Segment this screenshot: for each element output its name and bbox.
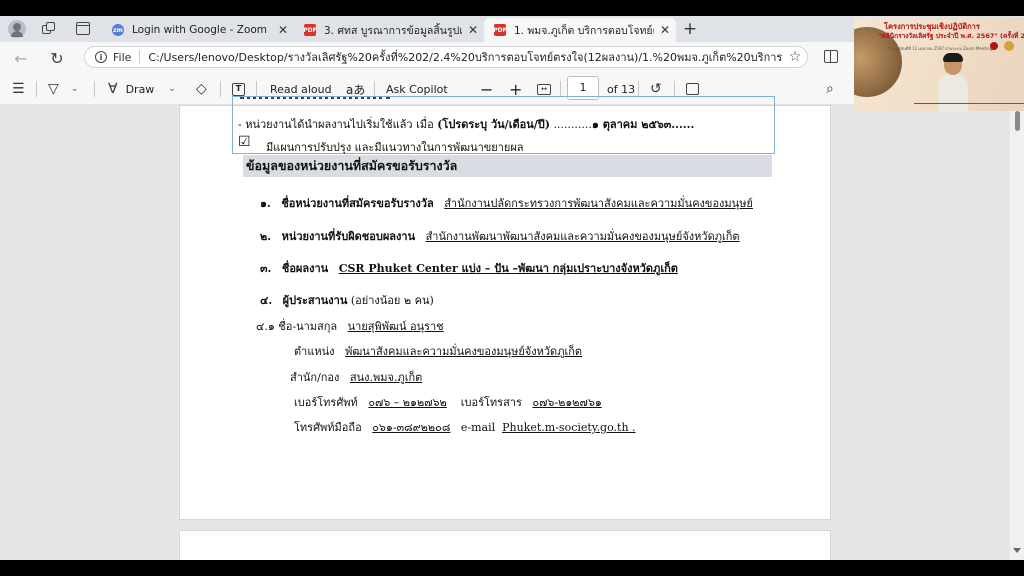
toolbar-divider	[674, 81, 675, 97]
draw-label: Draw	[125, 82, 155, 96]
item-2: ๒. หน่วยงานที่รับผิดชอบผลงาน สำนักงานพัฒ…	[260, 227, 740, 245]
contact-email: Phuket.m-society.go.th .	[502, 421, 636, 434]
split-screen-icon[interactable]	[824, 50, 838, 63]
pen-icon: ∀	[108, 81, 118, 97]
close-tab-icon[interactable]: ✕	[654, 23, 676, 37]
tab-zoom-login[interactable]: zm Login with Google - Zoom ✕	[102, 18, 294, 42]
toolbar-divider	[560, 81, 561, 97]
tab-pdf-3[interactable]: PDF 3. ศทส บูรณาการข้อมูลสิ้นรูปแบบดิจิท…	[294, 18, 484, 42]
implementation-dots: ...........	[553, 118, 592, 131]
url-path: C:/Users/lenovo/Desktop/รางวัลเลิศรัฐ%20…	[148, 51, 783, 64]
contact-name-row: ๔.๑ ชื่อ-นามสกุล นายสุพิพัฒน์ อนุราช	[256, 317, 444, 335]
contact-fax: ๐๗๖-๒๑๒๗๖๑	[532, 396, 602, 409]
pdf-icon: PDF	[303, 24, 317, 36]
read-aloud-label: Read aloud	[270, 82, 332, 96]
contact-phone-row: เบอร์โทรศัพท์ ๐๗๖ – ๒๑๒๗๖๒ เบอร์โทรสาร ๐…	[294, 393, 602, 411]
close-tab-icon[interactable]: ✕	[272, 23, 294, 37]
url-field[interactable]: i File C:/Users/lenovo/Desktop/รางวัลเลิ…	[84, 46, 808, 68]
favorite-star-icon[interactable]: ☆	[783, 49, 807, 65]
toolbar-divider	[374, 81, 375, 97]
scrollbar[interactable]	[1010, 105, 1024, 560]
back-arrow-icon[interactable]: ←	[10, 47, 32, 69]
chevron-down-icon[interactable]: ⌄	[71, 84, 79, 94]
tab-title: 3. ศทส บูรณาการข้อมูลสิ้นรูปแบบดิจิทัล	[324, 24, 462, 37]
item-number: ๔.	[260, 294, 273, 307]
contents-list-icon[interactable]: ☰	[12, 79, 25, 99]
item-label: ชื่อหน่วยงานที่สมัครขอรับรางวัล	[281, 197, 434, 210]
item-note: (อย่างน้อย ๒ คน)	[350, 294, 434, 307]
contact-email-label: e-mail	[460, 421, 496, 434]
checkbox-checked-icon: ☑	[238, 134, 251, 150]
item-label: ผู้ประสานงาน	[282, 294, 348, 307]
new-tab-plus-icon[interactable]: +	[680, 18, 700, 40]
contact-office-label: สำนัก/กอง	[290, 371, 340, 384]
item-value: CSR Phuket Center แบ่ง – ปัน –พัฒนา กลุ่…	[338, 262, 678, 275]
tab-title: Login with Google - Zoom	[132, 24, 268, 36]
pdf-icon: PDF	[493, 24, 507, 36]
banner-subtitle: "คลินิกรางวัลเลิศรัฐ ประจำปี พ.ศ. 2567" …	[878, 32, 1024, 40]
item-value: สำนักงานปลัดกระทรวงการพัฒนาสังคมและความม…	[444, 197, 753, 210]
banner-divider	[914, 103, 1024, 104]
zoom-video-overlay[interactable]: โครงการประชุมเชิงปฏิบัติการ "คลินิกรางวั…	[854, 17, 1024, 111]
tab-title: 1. พมจ.ภูเก็ต บริการตอบโจทย์ตรงใจ.pdf	[514, 24, 654, 37]
implementation-hint: (โปรดระบุ วัน/เดือน/ปี)	[437, 118, 550, 131]
chevron-down-icon[interactable]: ⌄	[168, 84, 176, 94]
section-heading: ข้อมูลของหน่วยงานที่สมัครขอรับรางวัล	[243, 155, 772, 177]
workspaces-icon[interactable]	[42, 22, 56, 36]
close-tab-icon[interactable]: ✕	[462, 23, 484, 37]
contact-mobile: ๐๖๑-๓๘๙๒๒๐๘	[372, 421, 451, 434]
toolbar-divider	[220, 81, 221, 97]
contact-name: นายสุพิพัฒน์ อนุราช	[347, 320, 444, 333]
item-label: หน่วยงานที่รับผิดชอบผลงาน	[281, 230, 416, 243]
search-icon[interactable]: ⌕	[826, 79, 834, 99]
zoom-icon: zm	[112, 24, 124, 36]
profile-avatar[interactable]	[8, 20, 26, 38]
emblem-icon	[990, 42, 998, 50]
contact-position-label: ตำแหน่ง	[294, 345, 335, 358]
scrollbar-thumb[interactable]	[1015, 111, 1020, 131]
improvement-plan-text: มีแผนการปรับปรุง และมีแนวทางในการพัฒนาขย…	[266, 141, 524, 154]
scroll-down-arrow-icon[interactable]	[1013, 548, 1021, 553]
vertical-tabs-icon[interactable]	[76, 22, 90, 35]
toolbar-divider	[638, 81, 639, 97]
item-number: ๓.	[260, 262, 272, 275]
item-3: ๓. ชื่อผลงาน CSR Phuket Center แบ่ง – ปั…	[260, 259, 678, 277]
highlight-icon[interactable]: ▽ ⌄	[48, 79, 78, 99]
emblem-icon	[1004, 41, 1014, 51]
contact-mobile-label: โทรศัพท์มือถือ	[294, 421, 362, 434]
item-number: ๑.	[260, 197, 271, 210]
contact-phone: ๐๗๖ – ๒๑๒๗๖๒	[368, 396, 447, 409]
toolbar-divider	[94, 81, 95, 97]
implementation-date: ๑ ตุลาคม ๒๕๖๓......	[591, 118, 695, 131]
eraser-icon[interactable]: ◇	[196, 79, 207, 99]
contact-office-row: สำนัก/กอง สนง.พมจ.ภูเก็ต	[290, 368, 422, 386]
url-scheme: File	[113, 50, 132, 64]
toolbar-divider	[36, 81, 37, 97]
contact-office: สนง.พมจ.ภูเก็ต	[349, 371, 423, 384]
item-4: ๔. ผู้ประสานงาน (อย่างน้อย ๒ คน)	[260, 291, 434, 309]
item-number: ๒.	[260, 230, 272, 243]
info-icon[interactable]: i	[95, 51, 107, 63]
contact-position: พัฒนาสังคมและความมั่นคงของมนุษย์จังหวัดภ…	[345, 345, 583, 358]
contact-position-row: ตำแหน่ง พัฒนาสังคมและความมั่นคงของมนุษย์…	[294, 342, 582, 360]
ask-copilot-label: Ask Copilot	[386, 82, 448, 96]
item-1: ๑. ชื่อหน่วยงานที่สมัครขอรับรางวัล สำนัก…	[260, 194, 753, 212]
tab-pdf-1-active[interactable]: PDF 1. พมจ.ภูเก็ต บริการตอบโจทย์ตรงใจ.pd…	[484, 18, 676, 42]
banner-date: วันพฤหัสบดีที่ 12 เมษายน 2567 ผ่านระบบ Z…	[888, 46, 993, 51]
screen-bottom-bar	[0, 560, 1024, 576]
implementation-text: - หน่วยงานได้นำผลงานไปเริ่มใช้แล้ว เมื่อ	[238, 118, 434, 131]
url-separator	[139, 50, 141, 64]
toolbar-divider	[256, 81, 257, 97]
item-value: สำนักงานพัฒนาพัฒนาสังคมและความมั่นคงของม…	[425, 230, 740, 243]
draw-button[interactable]: ∀ Draw ⌄	[108, 79, 176, 99]
refresh-icon[interactable]: ↻	[46, 47, 68, 69]
screen-top-bar	[0, 0, 1024, 16]
implementation-date-line: - หน่วยงานได้นำผลงานไปเริ่มใช้แล้ว เมื่อ…	[238, 115, 694, 133]
contact-mobile-row: โทรศัพท์มือถือ ๐๖๑-๓๘๙๒๒๐๘ e-mail Phuket…	[294, 418, 636, 436]
contact-phone-label: เบอร์โทรศัพท์	[294, 396, 358, 409]
contact-fax-label: เบอร์โทรสาร	[460, 396, 522, 409]
contact-name-label: ๔.๑ ชื่อ-นามสกุล	[256, 320, 338, 333]
clipped-previous-line	[238, 97, 418, 103]
item-label: ชื่อผลงาน	[281, 262, 329, 275]
